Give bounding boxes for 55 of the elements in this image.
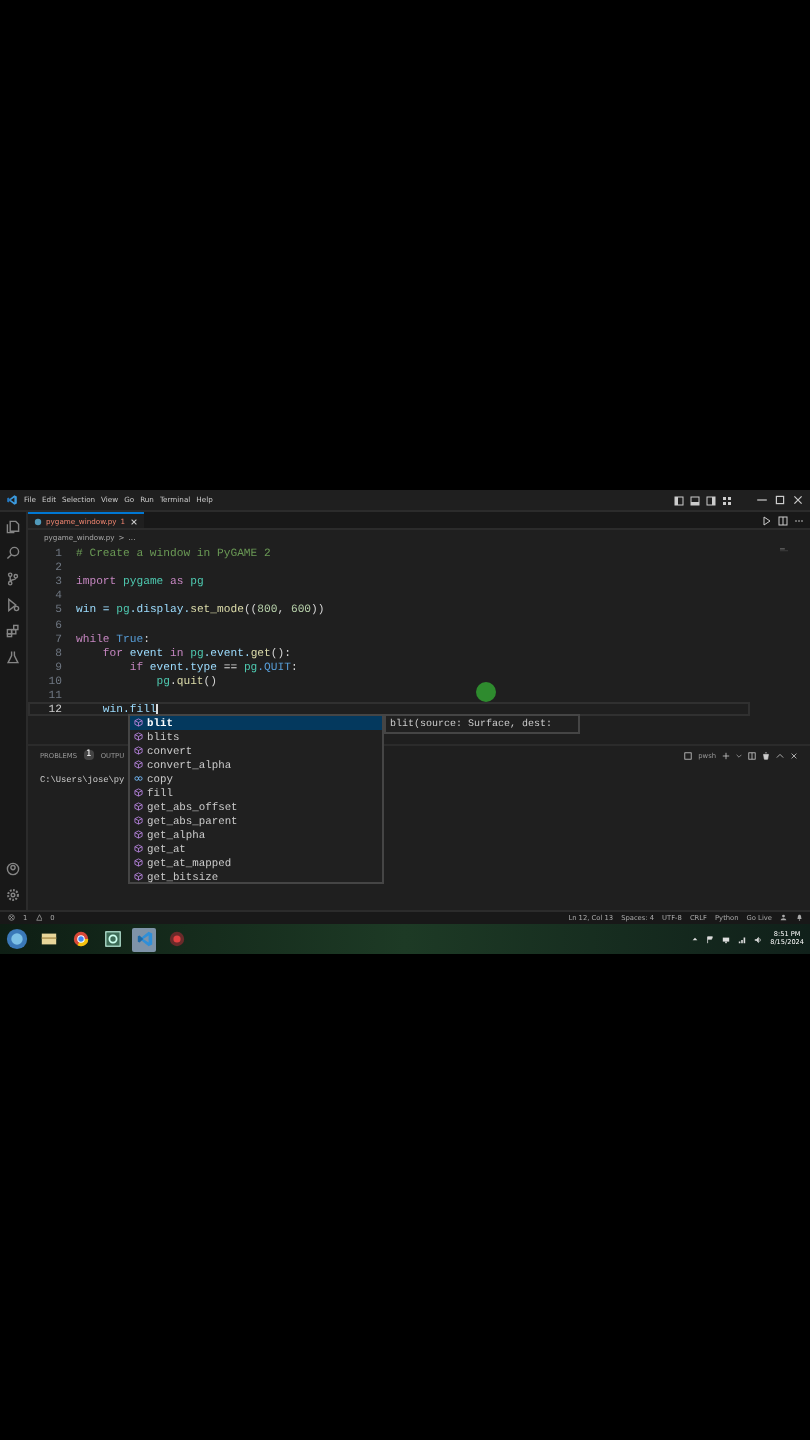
terminal-icon[interactable] (684, 751, 693, 759)
search-icon[interactable] (6, 546, 20, 560)
field-icon (134, 774, 143, 784)
cube-icon (134, 746, 143, 756)
text-cursor (156, 703, 158, 716)
maximize-icon[interactable] (774, 494, 786, 506)
cube-icon (134, 830, 143, 840)
person-icon[interactable] (780, 914, 787, 922)
split-editor-icon[interactable] (778, 515, 788, 525)
play-bug-icon[interactable] (6, 598, 20, 612)
speaker-icon[interactable] (754, 935, 763, 943)
cube-icon (134, 760, 143, 770)
warning-icon[interactable] (35, 914, 43, 922)
plus-icon[interactable] (722, 751, 730, 759)
cube-icon (134, 802, 143, 812)
bell-icon[interactable] (795, 914, 802, 922)
minimize-icon[interactable] (756, 494, 768, 506)
tray-arrow-icon[interactable] (692, 936, 699, 942)
error-icon[interactable] (8, 914, 15, 922)
taskbar-app[interactable] (100, 927, 124, 951)
run-icon[interactable] (762, 515, 772, 525)
cube-icon (134, 858, 143, 868)
signal-icon[interactable] (738, 935, 747, 943)
branch-icon[interactable] (6, 572, 20, 586)
start-button[interactable] (6, 928, 28, 950)
caret-icon[interactable] (736, 751, 742, 759)
code-editor-icon (135, 930, 153, 948)
record-icon (167, 930, 185, 948)
cube-icon (134, 732, 143, 742)
flag-icon[interactable] (706, 935, 715, 943)
close-icon[interactable] (792, 494, 804, 506)
app-icon (103, 930, 121, 948)
cube-icon (134, 816, 143, 826)
taskbar-app[interactable] (68, 927, 92, 951)
split-icon[interactable] (748, 751, 756, 759)
monitor-icon[interactable] (722, 935, 731, 943)
files-icon[interactable] (6, 520, 20, 534)
vscode-logo-icon[interactable] (6, 494, 18, 506)
cube-icon (134, 718, 143, 728)
flask-icon[interactable] (6, 650, 20, 664)
python-file-icon (34, 517, 42, 525)
cube-icon (134, 788, 143, 798)
extensions-icon[interactable] (6, 624, 20, 638)
close-icon[interactable] (790, 751, 798, 759)
folder-icon (39, 930, 57, 948)
cube-icon (134, 844, 143, 854)
close-icon[interactable] (129, 517, 138, 525)
grid-icon[interactable] (722, 495, 732, 505)
browser-icon (71, 930, 89, 948)
click-highlight (476, 682, 496, 702)
account-icon[interactable] (6, 862, 20, 876)
settings-icon[interactable] (6, 888, 20, 902)
trash-icon[interactable] (762, 751, 770, 759)
chevron-up-icon[interactable] (776, 751, 784, 759)
cube-icon (134, 872, 143, 882)
